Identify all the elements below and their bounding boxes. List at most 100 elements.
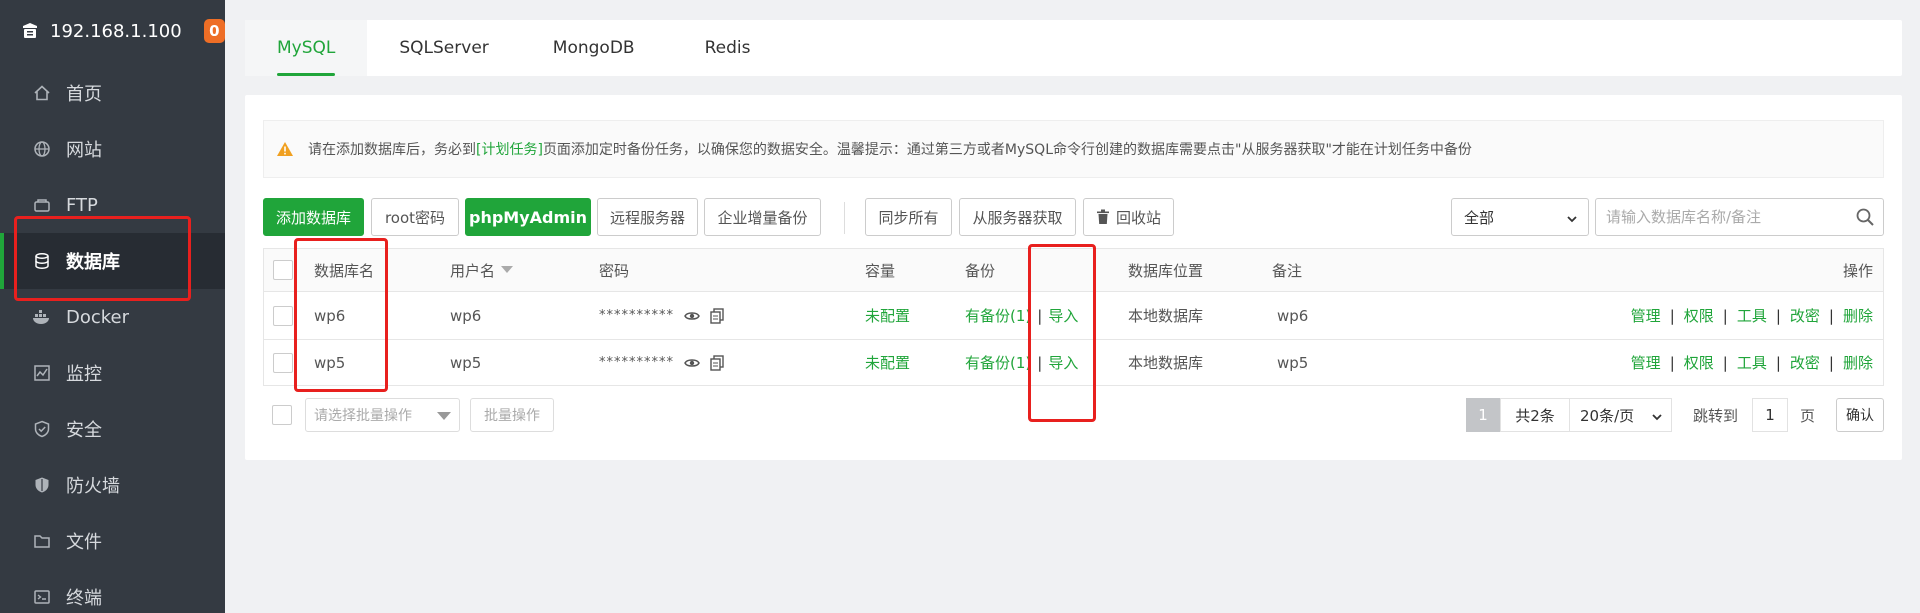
- tab-sqlserver[interactable]: SQLServer: [367, 20, 520, 76]
- notification-badge[interactable]: 0: [203, 19, 225, 43]
- eye-icon[interactable]: [684, 357, 700, 369]
- sidebar-item-database[interactable]: 数据库: [0, 233, 225, 289]
- folder-icon: [32, 531, 52, 551]
- trash-icon: [1096, 209, 1110, 225]
- sidebar-item-label: 防火墙: [66, 476, 120, 497]
- eye-icon[interactable]: [684, 310, 700, 322]
- sidebar-item-website[interactable]: 网站: [0, 121, 225, 177]
- delete-link[interactable]: 删除: [1843, 305, 1873, 326]
- tab-redis[interactable]: Redis: [699, 20, 783, 76]
- page-size-value: 20条/页: [1580, 406, 1635, 425]
- col-header-location: 数据库位置: [1128, 261, 1204, 280]
- sidebar-item-label: 文件: [66, 532, 102, 553]
- manage-link[interactable]: 管理: [1631, 352, 1661, 373]
- copy-icon[interactable]: [710, 307, 724, 324]
- db-user: wp6: [450, 306, 482, 325]
- sidebar-item-files[interactable]: 文件: [0, 513, 225, 569]
- db-filter-select[interactable]: 全部: [1451, 198, 1589, 236]
- tab-mongodb[interactable]: MongoDB: [521, 20, 699, 76]
- tools-link[interactable]: 工具: [1737, 352, 1767, 373]
- add-database-button[interactable]: 添加数据库: [263, 198, 364, 236]
- db-search-box: [1595, 198, 1884, 236]
- ftp-icon: [32, 195, 52, 215]
- sidebar-item-label: Docker: [66, 306, 130, 328]
- sidebar-header[interactable]: 192.168.1.100 0: [0, 0, 225, 62]
- manage-link[interactable]: 管理: [1631, 305, 1661, 326]
- firewall-icon: [32, 475, 52, 495]
- capacity-unconfigured-link[interactable]: 未配置: [865, 292, 910, 339]
- home-icon: [32, 83, 52, 103]
- row-checkbox[interactable]: [273, 352, 293, 373]
- page-size-select[interactable]: 20条/页: [1569, 398, 1672, 432]
- jump-to-label: 跳转到: [1693, 406, 1739, 425]
- remote-server-button[interactable]: 远程服务器: [597, 198, 698, 236]
- batch-select-all-checkbox[interactable]: [272, 405, 292, 425]
- sidebar-item-ftp[interactable]: FTP: [0, 177, 225, 233]
- phpmyadmin-button[interactable]: phpMyAdmin: [465, 198, 591, 236]
- warning-icon: [276, 141, 294, 157]
- permission-link[interactable]: 权限: [1684, 352, 1714, 373]
- main-panel: 请在添加数据库后，务必到 [计划任务] 页面添加定时备份任务，以确保您的数据安全…: [245, 95, 1902, 460]
- copy-icon[interactable]: [710, 354, 724, 371]
- recycle-bin-label: 回收站: [1115, 208, 1161, 227]
- col-header-name[interactable]: 数据库名: [314, 249, 374, 291]
- row-checkbox[interactable]: [273, 305, 293, 326]
- incremental-backup-button[interactable]: 企业增量备份: [704, 198, 821, 236]
- root-password-button[interactable]: root密码: [371, 198, 459, 236]
- chevron-down-icon: [1566, 211, 1578, 229]
- col-header-actions: 操作: [1842, 261, 1873, 280]
- pagination-current-page[interactable]: 1: [1466, 398, 1500, 432]
- backup-link[interactable]: 有备份(1): [965, 352, 1031, 373]
- capacity-unconfigured-link[interactable]: 未配置: [865, 340, 910, 385]
- tools-link[interactable]: 工具: [1737, 305, 1767, 326]
- table-header-row: 数据库名 用户名 密码 容量 备份 数据库位置 备注 操作: [264, 249, 1883, 291]
- db-user: wp5: [450, 353, 482, 372]
- database-table: 数据库名 用户名 密码 容量 备份 数据库位置 备注 操作 wp6 wp6 **…: [263, 248, 1884, 386]
- sync-all-button[interactable]: 同步所有: [865, 198, 952, 236]
- sidebar-item-label: 终端: [66, 588, 102, 609]
- recycle-bin-button[interactable]: 回收站: [1083, 198, 1174, 236]
- col-header-backup: 备份: [965, 261, 996, 280]
- sidebar-item-label: 监控: [66, 364, 102, 385]
- table-row: wp6 wp6 ********** 未配置 有备份(1) | 导入 本地数据库…: [264, 291, 1883, 339]
- col-header-user[interactable]: 用户名: [450, 249, 514, 291]
- sidebar-item-home[interactable]: 首页: [0, 65, 225, 121]
- shield-icon: [32, 419, 52, 439]
- sidebar-item-label: FTP: [66, 194, 98, 216]
- sidebar-item-docker[interactable]: Docker: [0, 289, 225, 345]
- db-remark[interactable]: wp5: [1277, 340, 1308, 385]
- col-header-capacity: 容量: [865, 261, 896, 280]
- server-logo-icon: [20, 21, 40, 41]
- cron-task-link[interactable]: [计划任务]: [476, 139, 543, 159]
- import-link[interactable]: 导入: [1048, 305, 1078, 326]
- sidebar-item-terminal[interactable]: 终端: [0, 569, 225, 613]
- col-header-password: 密码: [599, 261, 630, 280]
- db-name: wp6: [314, 306, 346, 325]
- sidebar-item-security[interactable]: 安全: [0, 401, 225, 457]
- jump-page-input[interactable]: 1: [1752, 398, 1788, 432]
- change-password-link[interactable]: 改密: [1790, 352, 1820, 373]
- db-remark[interactable]: wp6: [1277, 292, 1308, 339]
- db-name: wp5: [314, 353, 346, 372]
- import-link[interactable]: 导入: [1048, 352, 1078, 373]
- db-location: 本地数据库: [1128, 354, 1204, 372]
- change-password-link[interactable]: 改密: [1790, 305, 1820, 326]
- tab-mysql[interactable]: MySQL: [245, 20, 368, 76]
- backup-link[interactable]: 有备份(1): [965, 305, 1031, 326]
- delete-link[interactable]: 删除: [1843, 352, 1873, 373]
- search-icon[interactable]: [1855, 207, 1875, 231]
- sidebar-item-firewall[interactable]: 防火墙: [0, 457, 225, 513]
- sort-down-icon: [501, 266, 514, 274]
- jump-confirm-button[interactable]: 确认: [1836, 398, 1884, 432]
- sidebar-item-label: 安全: [66, 420, 102, 441]
- db-search-input[interactable]: [1596, 199, 1836, 235]
- fetch-from-server-button[interactable]: 从服务器获取: [959, 198, 1076, 236]
- permission-link[interactable]: 权限: [1684, 305, 1714, 326]
- sidebar-item-label: 首页: [66, 84, 102, 105]
- batch-operation-select[interactable]: 请选择批量操作: [305, 398, 460, 432]
- select-all-checkbox[interactable]: [273, 260, 293, 280]
- col-header-user-label: 用户名: [450, 261, 496, 280]
- sidebar-item-monitor[interactable]: 监控: [0, 345, 225, 401]
- db-filter-value: 全部: [1464, 208, 1495, 227]
- batch-operation-button[interactable]: 批量操作: [470, 398, 554, 432]
